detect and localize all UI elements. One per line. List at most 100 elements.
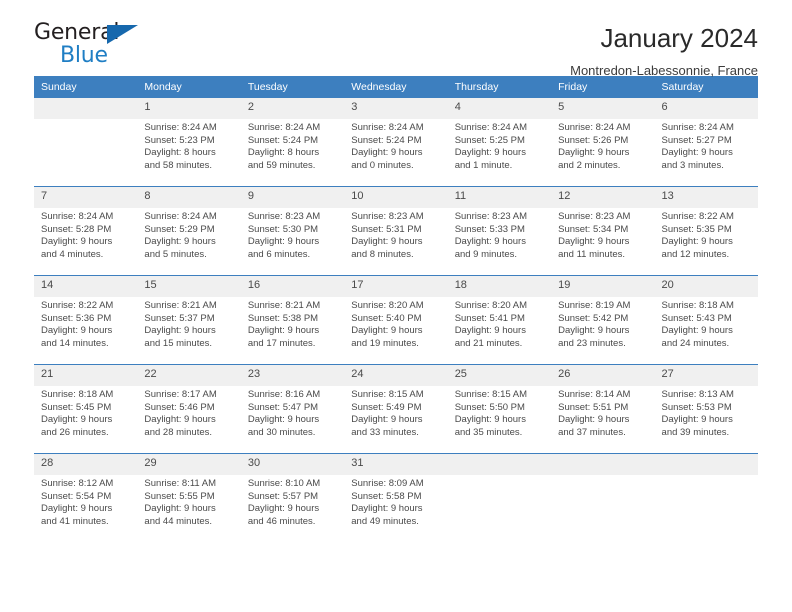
day-number-17[interactable]: 17 bbox=[344, 276, 448, 297]
day-detail-line: Sunrise: 8:23 AM bbox=[454, 211, 528, 222]
day-detail-line: and 14 minutes. bbox=[41, 337, 109, 349]
day-number-26[interactable]: 26 bbox=[551, 365, 655, 386]
day-cell-16[interactable]: Sunrise: 8:21 AM Sunset: 5:38 PM Daylight:… bbox=[240, 297, 345, 364]
day-cell-21[interactable]: Sunrise: 8:18 AM Sunset: 5:45 PM Daylight:… bbox=[34, 386, 138, 453]
day-number-empty bbox=[551, 454, 655, 475]
day-number-19[interactable]: 19 bbox=[551, 276, 655, 297]
day-number-4[interactable]: 4 bbox=[447, 98, 552, 119]
day-number-10[interactable]: 10 bbox=[344, 187, 448, 208]
day-cell-14[interactable]: Sunrise: 8:22 AM Sunset: 5:36 PM Daylight:… bbox=[34, 297, 138, 364]
day-cell-25[interactable]: Sunrise: 8:15 AM Sunset: 5:50 PM Daylight:… bbox=[447, 386, 552, 453]
day-number-15[interactable]: 15 bbox=[137, 276, 241, 297]
day-cell-9[interactable]: Sunrise: 8:23 AM Sunset: 5:30 PM Daylight:… bbox=[240, 208, 345, 275]
day-number-2[interactable]: 2 bbox=[240, 98, 345, 119]
day-number-11[interactable]: 11 bbox=[447, 187, 552, 208]
day-cell-2[interactable]: Sunrise: 8:24 AM Sunset: 5:24 PM Daylight:… bbox=[240, 119, 345, 186]
day-detail-line: Sunrise: 8:21 AM bbox=[247, 300, 321, 311]
day-cell-13[interactable]: Sunrise: 8:22 AM Sunset: 5:35 PM Daylight:… bbox=[654, 208, 758, 275]
day-number-18[interactable]: 18 bbox=[447, 276, 552, 297]
day-cell-30[interactable]: Sunrise: 8:10 AM Sunset: 5:57 PM Daylight:… bbox=[240, 475, 345, 542]
day-cell-6[interactable]: Sunrise: 8:24 AM Sunset: 5:27 PM Daylight:… bbox=[654, 119, 758, 186]
day-cell-22[interactable]: Sunrise: 8:17 AM Sunset: 5:46 PM Daylight:… bbox=[137, 386, 241, 453]
day-detail-line: Sunset: 5:42 PM bbox=[558, 312, 629, 324]
day-detail-line: Daylight: 9 hours bbox=[454, 325, 526, 337]
day-cell-8[interactable]: Sunrise: 8:24 AM Sunset: 5:29 PM Daylight:… bbox=[137, 208, 241, 275]
day-cell-24[interactable]: Sunrise: 8:15 AM Sunset: 5:49 PM Daylight:… bbox=[344, 386, 448, 453]
day-number-8[interactable]: 8 bbox=[137, 187, 241, 208]
day-number-25[interactable]: 25 bbox=[447, 365, 552, 386]
day-number-1[interactable]: 1 bbox=[137, 98, 241, 119]
day-number-21[interactable]: 21 bbox=[34, 365, 138, 386]
day-detail-line: Sunset: 5:24 PM bbox=[247, 134, 319, 146]
day-detail-line: Daylight: 9 hours bbox=[144, 414, 216, 426]
day-number-22[interactable]: 22 bbox=[137, 365, 241, 386]
day-cell-10[interactable]: Sunrise: 8:23 AM Sunset: 5:31 PM Daylight:… bbox=[344, 208, 448, 275]
day-number-30[interactable]: 30 bbox=[240, 454, 345, 475]
day-detail-line: Sunset: 5:23 PM bbox=[144, 134, 215, 146]
day-cell-18[interactable]: Sunrise: 8:20 AM Sunset: 5:41 PM Daylight:… bbox=[447, 297, 552, 364]
day-cell-27[interactable]: Sunrise: 8:13 AM Sunset: 5:53 PM Daylight:… bbox=[654, 386, 758, 453]
logo-text-blue: Blue bbox=[60, 43, 108, 68]
day-number-23[interactable]: 23 bbox=[240, 365, 345, 386]
day-cell-empty bbox=[447, 475, 552, 542]
day-detail-line: Daylight: 8 hours bbox=[247, 147, 320, 159]
day-number-7[interactable]: 7 bbox=[34, 187, 138, 208]
day-number-27[interactable]: 27 bbox=[654, 365, 758, 386]
day-detail-line: Sunrise: 8:24 AM bbox=[558, 122, 631, 133]
day-number-31[interactable]: 31 bbox=[344, 454, 448, 475]
day-cell-23[interactable]: Sunrise: 8:16 AM Sunset: 5:47 PM Daylight:… bbox=[240, 386, 345, 453]
day-cell-19[interactable]: Sunrise: 8:19 AM Sunset: 5:42 PM Daylight:… bbox=[551, 297, 655, 364]
day-cell-15[interactable]: Sunrise: 8:21 AM Sunset: 5:37 PM Daylight:… bbox=[137, 297, 241, 364]
day-detail-line: Sunset: 5:37 PM bbox=[144, 312, 215, 324]
day-number-5[interactable]: 5 bbox=[551, 98, 655, 119]
day-cell-29[interactable]: Sunrise: 8:11 AM Sunset: 5:55 PM Daylight:… bbox=[137, 475, 241, 542]
day-cell-17[interactable]: Sunrise: 8:20 AM Sunset: 5:40 PM Daylight:… bbox=[344, 297, 448, 364]
day-number-9[interactable]: 9 bbox=[240, 187, 345, 208]
day-detail-line: and 17 minutes. bbox=[247, 337, 316, 349]
day-number-20[interactable]: 20 bbox=[654, 276, 758, 297]
day-detail-line: Daylight: 9 hours bbox=[661, 414, 733, 426]
day-detail-line: Daylight: 9 hours bbox=[558, 147, 630, 159]
day-detail-line: Sunrise: 8:18 AM bbox=[41, 389, 114, 400]
day-number-12[interactable]: 12 bbox=[551, 187, 655, 208]
day-cell-11[interactable]: Sunrise: 8:23 AM Sunset: 5:33 PM Daylight:… bbox=[447, 208, 552, 275]
day-number-3[interactable]: 3 bbox=[344, 98, 448, 119]
day-detail-line: and 59 minutes. bbox=[247, 159, 316, 171]
weekday-header-sunday: Sunday bbox=[34, 76, 138, 98]
day-cell-26[interactable]: Sunrise: 8:14 AM Sunset: 5:51 PM Daylight:… bbox=[551, 386, 655, 453]
day-number-28[interactable]: 28 bbox=[34, 454, 138, 475]
day-cell-5[interactable]: Sunrise: 8:24 AM Sunset: 5:26 PM Daylight:… bbox=[551, 119, 655, 186]
day-detail-line: Daylight: 9 hours bbox=[558, 325, 630, 337]
day-detail-line: Sunrise: 8:16 AM bbox=[247, 389, 321, 400]
week-detail-row: Sunrise: 8:12 AM Sunset: 5:54 PM Daylight:… bbox=[34, 475, 758, 542]
day-detail-line: Sunrise: 8:20 AM bbox=[351, 300, 424, 311]
day-detail-line: and 37 minutes. bbox=[558, 426, 626, 438]
day-detail-line: Sunset: 5:24 PM bbox=[351, 134, 422, 146]
day-detail-line: Daylight: 9 hours bbox=[351, 503, 423, 515]
day-cell-7[interactable]: Sunrise: 8:24 AM Sunset: 5:28 PM Daylight:… bbox=[34, 208, 138, 275]
day-detail-line: and 46 minutes. bbox=[247, 515, 316, 527]
day-cell-12[interactable]: Sunrise: 8:23 AM Sunset: 5:34 PM Daylight:… bbox=[551, 208, 655, 275]
day-cell-1[interactable]: Sunrise: 8:24 AM Sunset: 5:23 PM Daylight:… bbox=[137, 119, 241, 186]
day-number-14[interactable]: 14 bbox=[34, 276, 138, 297]
week-detail-row: Sunrise: 8:18 AM Sunset: 5:45 PM Daylight:… bbox=[34, 386, 758, 453]
week-daynumber-row: 21 22 23 24 25 26 27 bbox=[34, 365, 758, 386]
day-detail-line: and 9 minutes. bbox=[454, 248, 518, 260]
day-cell-4[interactable]: Sunrise: 8:24 AM Sunset: 5:25 PM Daylight:… bbox=[447, 119, 552, 186]
day-cell-28[interactable]: Sunrise: 8:12 AM Sunset: 5:54 PM Daylight:… bbox=[34, 475, 138, 542]
day-cell-20[interactable]: Sunrise: 8:18 AM Sunset: 5:43 PM Daylight:… bbox=[654, 297, 758, 364]
day-detail-line: Sunrise: 8:23 AM bbox=[558, 211, 631, 222]
day-cell-3[interactable]: Sunrise: 8:24 AM Sunset: 5:24 PM Daylight:… bbox=[344, 119, 448, 186]
day-number-6[interactable]: 6 bbox=[654, 98, 758, 119]
day-detail-line: Sunset: 5:45 PM bbox=[41, 401, 112, 413]
day-number-24[interactable]: 24 bbox=[344, 365, 448, 386]
day-detail-line: Daylight: 9 hours bbox=[351, 325, 423, 337]
day-cell-31[interactable]: Sunrise: 8:09 AM Sunset: 5:58 PM Daylight:… bbox=[344, 475, 448, 542]
day-number-29[interactable]: 29 bbox=[137, 454, 241, 475]
day-number-13[interactable]: 13 bbox=[654, 187, 758, 208]
day-detail-line: and 39 minutes. bbox=[661, 426, 730, 438]
day-detail-line: Sunset: 5:36 PM bbox=[41, 312, 112, 324]
day-detail-line: Sunset: 5:49 PM bbox=[351, 401, 422, 413]
weekday-header-friday: Friday bbox=[551, 76, 655, 98]
day-number-16[interactable]: 16 bbox=[240, 276, 345, 297]
